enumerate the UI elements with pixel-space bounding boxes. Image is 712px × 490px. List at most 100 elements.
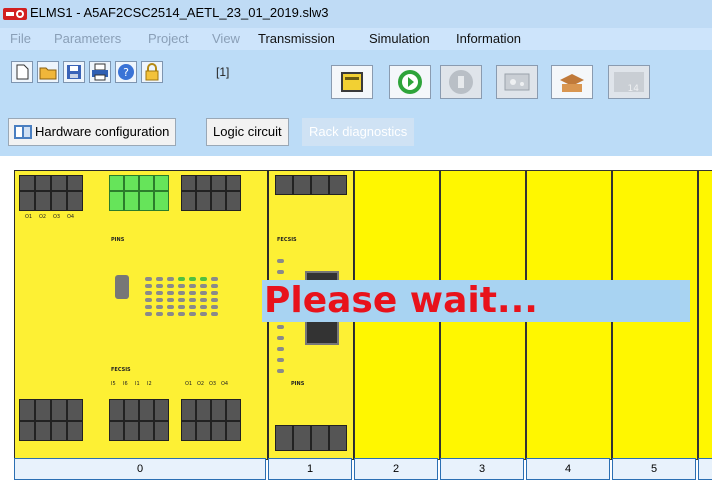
terminal <box>226 399 241 421</box>
output-label: O4 <box>67 214 75 220</box>
slot-number-4: 4 <box>526 458 610 480</box>
status-led <box>178 277 185 281</box>
help-icon: ? <box>118 64 134 80</box>
terminal <box>211 191 226 211</box>
status-led <box>277 347 284 351</box>
status-led <box>189 305 196 309</box>
slot-number-extra <box>698 458 712 480</box>
status-led <box>167 312 174 316</box>
terminal <box>67 175 83 191</box>
status-led <box>156 312 163 316</box>
terminal <box>67 399 83 421</box>
terminal <box>226 421 241 441</box>
tab-hardware-configuration[interactable]: Hardware configuration <box>8 118 177 146</box>
status-led <box>156 291 163 295</box>
input-label: I5 <box>111 381 116 387</box>
status-led <box>189 284 196 288</box>
disconnect-button[interactable] <box>440 65 482 99</box>
print-button[interactable] <box>89 61 111 83</box>
menu-view[interactable]: View <box>212 31 240 46</box>
output-label: O3 <box>53 214 61 220</box>
terminal <box>109 399 124 421</box>
status-led <box>211 312 218 316</box>
status-led <box>277 259 284 263</box>
terminal <box>211 399 226 421</box>
status-led <box>211 291 218 295</box>
status-led <box>145 291 152 295</box>
connect-button[interactable] <box>389 65 431 99</box>
status-led <box>211 284 218 288</box>
save-button[interactable] <box>63 61 85 83</box>
status-led <box>189 291 196 295</box>
status-led <box>277 270 284 274</box>
hardware-workspace: O1 O2 O3 O4 PINS FECSIS I5 I6 I1 I2 O1 O… <box>0 156 712 490</box>
save-icon <box>67 65 81 79</box>
main-module[interactable]: O1 O2 O3 O4 PINS FECSIS I5 I6 I1 I2 O1 O… <box>14 170 268 460</box>
disconnect-icon <box>449 70 473 94</box>
tab-rack-diagnostics-label: Rack diagnostics <box>309 124 408 139</box>
menu-project[interactable]: Project <box>148 31 188 46</box>
status-led <box>178 305 185 309</box>
menu-parameters[interactable]: Parameters <box>54 31 121 46</box>
terminal <box>196 421 211 441</box>
svg-text:14: 14 <box>628 84 640 94</box>
title-bar: ELMS1 - A5AF2CSC2514_AETL_23_01_2019.slw… <box>0 0 712 28</box>
menu-file[interactable]: File <box>10 31 31 46</box>
terminal-active <box>139 175 154 191</box>
tab-logic-circuit-label: Logic circuit <box>213 124 282 139</box>
terminal-active <box>139 191 154 211</box>
status-led <box>277 369 284 373</box>
module-config-icon <box>341 72 363 92</box>
upload-button[interactable] <box>551 65 593 99</box>
menu-information[interactable]: Information <box>456 31 521 46</box>
toolbar: ? [1] 14 <box>0 50 712 112</box>
terminal <box>196 175 211 191</box>
terminal <box>226 191 241 211</box>
status-led <box>167 277 174 281</box>
lock-icon <box>145 63 159 81</box>
terminal <box>139 399 154 421</box>
terminal <box>35 175 51 191</box>
monitor-button[interactable] <box>496 65 538 99</box>
input-label: O3 <box>209 381 217 387</box>
counter-button[interactable]: 14 <box>608 65 650 99</box>
monitor-icon <box>504 73 530 91</box>
terminal <box>19 421 35 441</box>
terminal <box>311 425 329 451</box>
terminal <box>19 399 35 421</box>
status-led <box>211 305 218 309</box>
menu-transmission[interactable]: Transmission <box>258 31 335 46</box>
please-wait-banner: Please wait... <box>262 280 690 322</box>
status-led <box>200 291 207 295</box>
please-wait-message: Please wait... <box>264 280 538 321</box>
output-label: O1 <box>25 214 33 220</box>
tab-logic-circuit[interactable]: Logic circuit <box>206 118 289 146</box>
empty-slot[interactable] <box>698 170 712 460</box>
new-button[interactable] <box>11 61 33 83</box>
status-led <box>211 277 218 281</box>
menu-simulation[interactable]: Simulation <box>369 31 430 46</box>
upload-icon <box>560 74 584 92</box>
module-config-button[interactable] <box>331 65 373 99</box>
input-label: O2 <box>197 381 205 387</box>
status-led <box>178 298 185 302</box>
terminal <box>181 191 196 211</box>
tab-rack-diagnostics[interactable]: Rack diagnostics <box>302 118 415 146</box>
help-button[interactable]: ? <box>115 61 137 83</box>
svg-text:?: ? <box>123 66 129 79</box>
terminal-active <box>109 191 124 211</box>
brand-label: PINS <box>111 237 125 243</box>
status-led <box>167 291 174 295</box>
input-label: O1 <box>185 381 193 387</box>
ethernet-port <box>305 319 339 345</box>
terminal <box>124 399 139 421</box>
terminal <box>181 175 196 191</box>
slot-number-3: 3 <box>440 458 524 480</box>
open-button[interactable] <box>37 61 59 83</box>
status-led <box>189 312 196 316</box>
lock-button[interactable] <box>141 61 163 83</box>
module-model-label: FECSIS <box>277 237 297 243</box>
terminal <box>293 425 311 451</box>
tab-hardware-configuration-label: Hardware configuration <box>35 124 170 139</box>
status-led <box>189 277 196 281</box>
